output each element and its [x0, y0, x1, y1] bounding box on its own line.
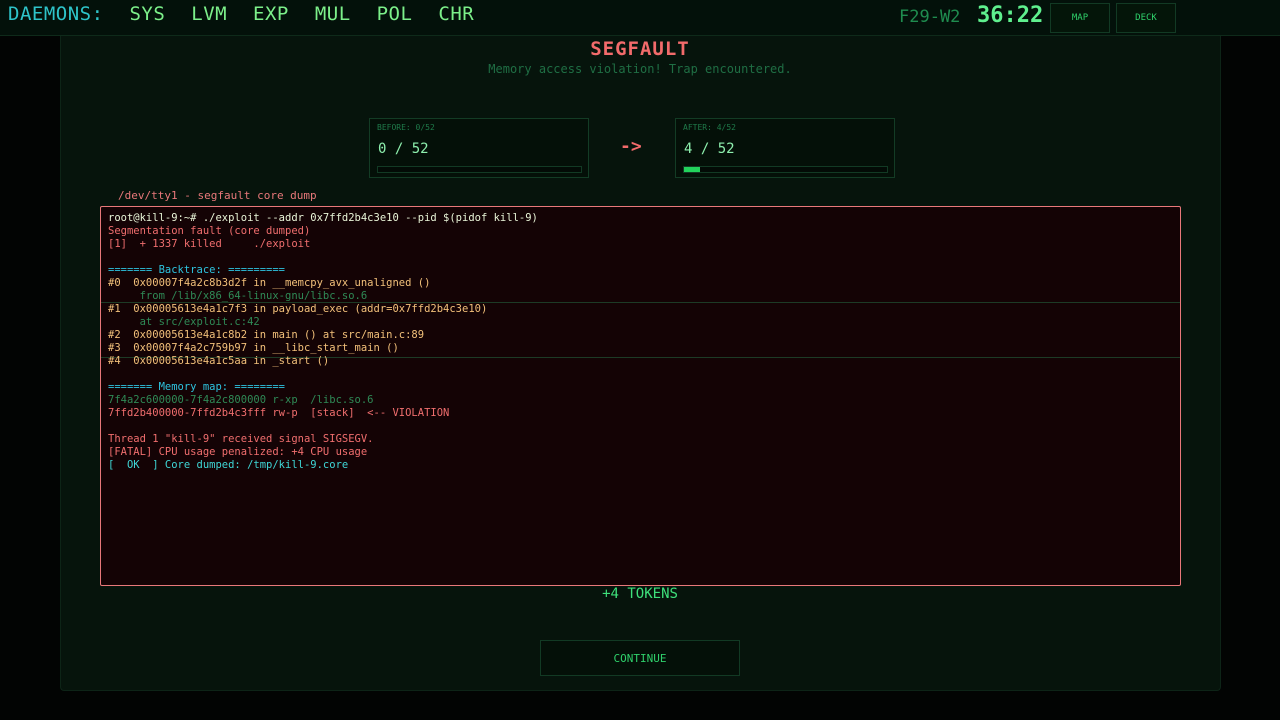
after-progress-bar	[683, 166, 888, 173]
result-title: SEGFAULT	[590, 38, 690, 60]
terminal-line: ======= Backtrace: =========	[108, 264, 286, 276]
terminal-line: #3 0x00007f4a2c759b97 in __libc_start_ma…	[108, 342, 399, 354]
map-button[interactable]: MAP	[1050, 3, 1110, 33]
terminal-line: #0 0x00007f4a2c8b3d2f in __memcpy_avx_un…	[108, 277, 431, 289]
arrow-icon: ->	[620, 136, 642, 157]
before-stat-box: BEFORE: 0/52 0 / 52	[369, 118, 589, 178]
terminal-line: 7f4a2c600000-7f4a2c800000 r-xp /libc.so.…	[108, 394, 374, 406]
terminal-line: Thread 1 "kill-9" received signal SIGSEG…	[108, 433, 374, 445]
continue-button[interactable]: CONTINUE	[540, 640, 740, 676]
daemon-sys[interactable]: SYS	[129, 3, 165, 25]
before-caption: BEFORE: 0/52	[377, 123, 435, 132]
terminal-line: Segmentation fault (core dumped)	[108, 225, 311, 237]
terminal-line: root@kill-9:~# ./exploit --addr 0x7ffd2b…	[108, 212, 538, 224]
deck-button[interactable]: DECK	[1116, 3, 1176, 33]
terminal-line: at src/exploit.c:42	[108, 316, 260, 328]
terminal-line: [FATAL] CPU usage penalized: +4 CPU usag…	[108, 446, 368, 458]
after-progress-fill	[684, 167, 700, 172]
daemon-chr[interactable]: CHR	[438, 3, 474, 25]
core-dump-terminal[interactable]: root@kill-9:~# ./exploit --addr 0x7ffd2b…	[100, 206, 1181, 586]
terminal-line: [1] + 1337 killed ./exploit	[108, 238, 311, 250]
terminal-line: #1 0x00005613e4a1c7f3 in payload_exec (a…	[108, 303, 488, 315]
daemons-label: DAEMONS:	[8, 3, 104, 25]
terminal-line: ======= Memory map: ========	[108, 381, 286, 393]
week-indicator: F29-W2	[899, 7, 961, 27]
terminal-line: #4 0x00005613e4a1c5aa in _start ()	[108, 355, 330, 367]
terminal-line: 7ffd2b400000-7ffd2b4c3fff rw-p [stack] <…	[108, 407, 450, 419]
after-value: 4 / 52	[684, 141, 735, 157]
clock: 36:22	[977, 3, 1044, 28]
terminal-label: /dev/tty1 - segfault core dump	[118, 189, 317, 202]
terminal-line: [ OK ] Core dumped: /tmp/kill-9.core	[108, 459, 349, 471]
daemon-pol[interactable]: POL	[377, 3, 413, 25]
result-subtitle: Memory access violation! Trap encountere…	[488, 62, 792, 76]
daemon-lvm[interactable]: LVM	[191, 3, 227, 25]
daemons-nav: DAEMONS: SYS LVM EXP MUL POL CHR	[8, 3, 474, 25]
before-value: 0 / 52	[378, 141, 429, 157]
top-bar: DAEMONS: SYS LVM EXP MUL POL CHR F29-W2 …	[0, 0, 1280, 36]
reward-tokens: +4 TOKENS	[602, 586, 678, 602]
terminal-line: #2 0x00005613e4a1c8b2 in main () at src/…	[108, 329, 425, 341]
before-progress-bar	[377, 166, 582, 173]
daemon-mul[interactable]: MUL	[315, 3, 351, 25]
daemon-exp[interactable]: EXP	[253, 3, 289, 25]
after-caption: AFTER: 4/52	[683, 123, 736, 132]
after-stat-box: AFTER: 4/52 4 / 52	[675, 118, 895, 178]
